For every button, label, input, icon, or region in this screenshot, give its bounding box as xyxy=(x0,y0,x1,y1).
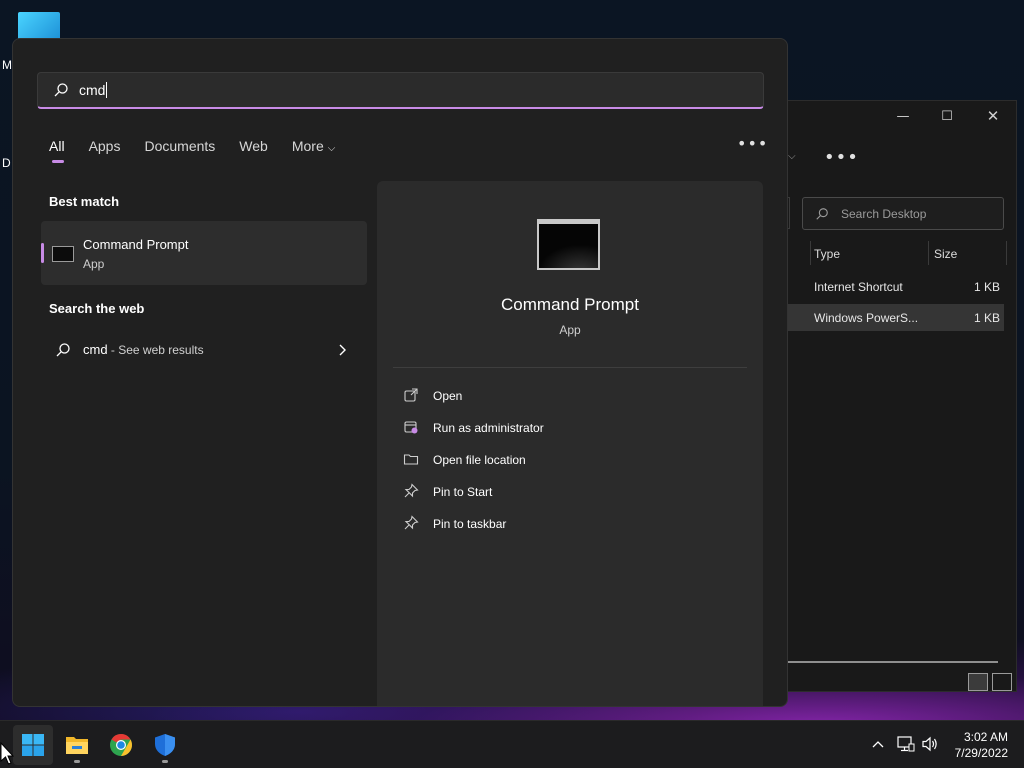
file-type: Windows PowerS... xyxy=(814,311,919,325)
search-icon xyxy=(56,343,70,357)
action-open-file-location[interactable]: Open file location xyxy=(403,445,733,473)
best-match-type: App xyxy=(83,257,105,271)
action-label: Open file location xyxy=(433,453,526,467)
windows-logo-icon xyxy=(22,734,44,756)
action-label: Run as administrator xyxy=(433,421,544,435)
web-result-item[interactable]: cmd - See web results xyxy=(41,335,367,365)
detail-app-name: Command Prompt xyxy=(501,295,639,314)
search-web-heading: Search the web xyxy=(49,301,145,316)
explorer-more-button[interactable]: ••• xyxy=(824,147,859,168)
pin-icon xyxy=(404,483,419,498)
action-open[interactable]: Open xyxy=(403,381,733,409)
windows-security-taskbar-button[interactable] xyxy=(145,725,185,765)
search-filter-tabs: All Apps Documents Web More ⌵ xyxy=(49,136,359,166)
search-input[interactable]: cmd xyxy=(79,82,105,98)
text-caret xyxy=(106,82,108,98)
tab-all[interactable]: All xyxy=(49,136,65,166)
chrome-icon xyxy=(110,734,132,756)
action-label: Pin to Start xyxy=(433,485,493,499)
desktop-icon-label: D xyxy=(2,156,11,170)
tab-label: Web xyxy=(239,138,268,154)
chevron-down-icon: ⌵ xyxy=(327,143,336,154)
column-separator[interactable] xyxy=(928,241,929,265)
clock-date: 7/29/2022 xyxy=(954,746,1008,760)
chevron-right-icon[interactable] xyxy=(337,343,349,357)
pin-icon xyxy=(404,515,419,530)
file-row[interactable]: Windows PowerS... 1 KB xyxy=(788,304,1004,331)
action-label: Open xyxy=(433,389,463,403)
best-match-name: Command Prompt xyxy=(83,237,189,252)
column-header-type[interactable]: Type xyxy=(814,247,840,261)
command-prompt-icon xyxy=(52,246,74,262)
app-detail-pane: Command Prompt App Open Run as administr… xyxy=(377,181,763,706)
folder-icon xyxy=(403,454,419,465)
tab-web[interactable]: Web xyxy=(239,136,268,166)
start-button[interactable] xyxy=(13,725,53,765)
details-view-button[interactable] xyxy=(968,673,988,691)
network-icon[interactable] xyxy=(897,736,915,752)
command-prompt-icon xyxy=(537,219,600,270)
best-match-item[interactable]: Command Prompt App xyxy=(41,221,367,285)
file-explorer-window[interactable]: — ☐ ✕ ⌵ ••• Type Size Internet Shortcut … xyxy=(787,100,1017,692)
action-run-as-administrator[interactable]: Run as administrator xyxy=(403,413,733,441)
best-match-heading: Best match xyxy=(49,194,120,209)
tab-label: More xyxy=(291,138,324,154)
large-icons-view-button[interactable] xyxy=(992,673,1012,691)
file-size: 1 KB xyxy=(973,280,1000,294)
volume-icon[interactable] xyxy=(921,736,939,752)
column-header-size[interactable]: Size xyxy=(934,247,957,261)
explorer-search-box[interactable] xyxy=(802,197,1004,230)
search-icon xyxy=(816,207,828,220)
file-type: Internet Shortcut xyxy=(814,280,903,294)
shield-admin-icon xyxy=(404,421,418,434)
chrome-taskbar-button[interactable] xyxy=(101,725,141,765)
tab-label: Apps xyxy=(88,138,121,154)
mouse-cursor-icon xyxy=(0,742,14,765)
action-pin-to-taskbar[interactable]: Pin to taskbar xyxy=(403,509,733,537)
tab-apps[interactable]: Apps xyxy=(89,136,121,166)
divider xyxy=(393,367,747,368)
more-options-button[interactable]: ••• xyxy=(737,134,768,153)
action-pin-to-start[interactable]: Pin to Start xyxy=(403,477,733,505)
file-row[interactable]: Internet Shortcut 1 KB xyxy=(788,273,1004,300)
system-clock[interactable]: 3:02 AM 7/29/2022 xyxy=(955,729,1008,761)
address-bar-edge xyxy=(788,197,790,229)
explorer-search-input[interactable] xyxy=(841,206,991,221)
search-icon xyxy=(54,83,68,97)
file-explorer-taskbar-button[interactable] xyxy=(57,725,97,765)
search-box[interactable]: cmd xyxy=(37,72,764,109)
tab-label: All xyxy=(49,138,65,154)
start-search-panel: cmd All Apps Documents Web More ⌵ ••• Bes… xyxy=(12,38,788,707)
tab-label: Documents xyxy=(144,138,216,154)
maximize-button[interactable]: ☐ xyxy=(932,109,962,124)
running-indicator xyxy=(162,760,168,763)
chevron-down-icon[interactable]: ⌵ xyxy=(788,151,796,162)
action-label: Pin to taskbar xyxy=(433,517,507,531)
clock-time: 3:02 AM xyxy=(963,730,1008,744)
open-external-icon xyxy=(404,388,418,402)
tab-documents[interactable]: Documents xyxy=(144,136,215,166)
tab-more[interactable]: More ⌵ xyxy=(292,136,336,166)
shield-icon xyxy=(155,734,175,756)
column-separator[interactable] xyxy=(1006,241,1007,265)
file-size: 1 KB xyxy=(973,311,1000,325)
desktop-icon-label: M xyxy=(2,58,12,72)
close-button[interactable]: ✕ xyxy=(978,107,1008,125)
file-list-header: Type Size xyxy=(788,241,1018,267)
horizontal-scrollbar[interactable] xyxy=(788,661,998,663)
taskbar: 3:02 AM 7/29/2022 xyxy=(0,720,1024,768)
chevron-up-icon[interactable] xyxy=(871,738,885,750)
web-query: cmd xyxy=(83,342,108,357)
column-separator[interactable] xyxy=(810,241,811,265)
detail-app-type: App xyxy=(559,323,581,337)
minimize-button[interactable]: — xyxy=(888,109,918,124)
running-indicator xyxy=(74,760,80,763)
folder-icon xyxy=(66,737,88,754)
web-result-suffix: - See web results xyxy=(107,343,204,357)
